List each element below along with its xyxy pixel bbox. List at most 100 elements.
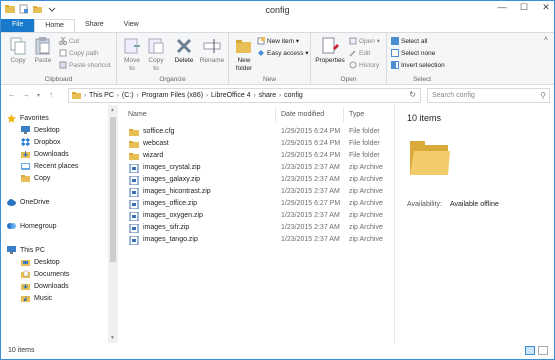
availability-value: Available offline [450,201,499,208]
navigation-scrollbar[interactable]: ▲ ▼ [108,105,118,343]
scrollbar-thumb[interactable] [110,117,116,262]
file-row[interactable]: images_sifr.zip 1/23/2015 2:37 AM zip Arch… [123,222,391,234]
select-none-button[interactable]: Select none [391,49,435,59]
view-toggle [525,346,548,355]
tab-view[interactable]: View [114,19,149,32]
up-arrow-icon[interactable]: ↑ [49,90,53,99]
navigation-bar: ← → ▾ ↑ › This PC › (C:) › Program Files (… [1,85,554,105]
details-view-button[interactable] [525,346,535,355]
large-icons-view-button[interactable] [538,346,548,355]
downloads-folder-icon [21,282,30,290]
close-button[interactable]: ✕ [540,2,552,13]
tab-home[interactable]: Home [34,19,75,32]
select-all-icon [391,37,399,46]
tab-file[interactable]: File [1,19,35,32]
nav-dropbox[interactable]: Dropbox [21,138,60,146]
column-header-name[interactable]: Name [123,108,276,122]
file-row[interactable]: images_galaxy.zip 1/23/2015 2:37 AM zip Ar… [123,174,391,186]
refresh-icon[interactable]: ↻ [409,90,416,99]
paste-icon [35,37,50,55]
select-none-icon [391,49,399,58]
copy-button[interactable]: Copy [7,36,29,65]
column-header-date[interactable]: Date modified [276,108,344,122]
file-row[interactable]: images_hicontrast.zip 1/23/2015 2:37 AM zi… [123,186,391,198]
rename-icon [203,39,221,53]
new-folder-button[interactable]: New folder [233,36,255,73]
nav-downloads[interactable]: Downloads [21,150,69,158]
new-folder-icon [236,40,251,53]
ribbon-tabs: File Home Share View [1,19,554,32]
details-item-count: 10 items [407,113,442,123]
move-to-icon [124,38,140,54]
nav-onedrive[interactable]: OneDrive [7,198,50,206]
file-row[interactable]: wizard 1/29/2015 6:24 PM File folder [123,150,391,162]
delete-button[interactable]: Delete [173,36,195,65]
nav-pc-documents[interactable]: Documents [21,270,69,278]
file-row[interactable]: images_office.zip 1/29/2015 6:27 PM zip Ar… [123,198,391,210]
column-header-type[interactable]: Type [344,108,391,122]
nav-homegroup[interactable]: Homegroup [7,222,57,230]
open-group: Properties Open ▾ Edit History Open [311,33,387,85]
nav-copy[interactable]: Copy [21,174,50,182]
open-label: Open [340,76,357,83]
breadcrumb-share[interactable]: share [259,92,277,99]
back-arrow-icon[interactable]: ← [8,90,16,99]
maximize-button[interactable]: ☐ [518,2,530,13]
address-bar[interactable]: › This PC › (C:) › Program Files (x86) › Li… [68,88,421,103]
breadcrumb-this-pc[interactable]: This PC [89,92,114,99]
nav-this-pc[interactable]: This PC [7,246,45,254]
file-row[interactable]: images_tango.zip 1/23/2015 2:37 AM zip Arc… [123,234,391,246]
breadcrumb-config[interactable]: config [284,92,303,99]
nav-desktop[interactable]: Desktop [21,126,60,134]
file-row[interactable]: images_oxygen.zip 1/23/2015 2:37 AM zip Ar… [123,210,391,222]
breadcrumb-libreoffice[interactable]: LibreOffice 4 [211,92,251,99]
scroll-down-icon[interactable]: ▼ [110,335,115,341]
scroll-up-icon[interactable]: ▲ [110,107,115,113]
invert-selection-button[interactable]: Invert selection [391,61,445,71]
forward-arrow-icon[interactable]: → [22,90,30,99]
new-group: New folder New item ▾ Easy access ▾ New [229,33,311,85]
paste-shortcut-button[interactable]: Paste shortcut [59,61,111,71]
organize-label: Organize [159,76,186,83]
ribbon-collapse-chevron-icon[interactable]: ˄ [544,36,548,43]
copy-to-button[interactable]: Copy to [145,36,167,73]
new-item-button[interactable]: New item ▾ [257,37,299,47]
folder-icon [129,140,139,148]
recent-locations-chevron-icon[interactable]: ▾ [37,92,40,99]
rename-button[interactable]: Rename [199,36,225,65]
nav-favorites[interactable]: Favorites [7,114,49,123]
edit-button[interactable]: Edit [349,49,370,59]
folder-icon [21,174,30,182]
properties-button[interactable]: Properties [314,36,346,65]
homegroup-icon [7,222,16,230]
file-row[interactable]: webcast 1/29/2015 6:24 PM File folder [123,138,391,150]
move-to-button[interactable]: Move to [121,36,143,73]
paste-shortcut-icon [59,61,67,69]
breadcrumb-c-drive[interactable]: (C:) [122,92,134,99]
status-item-count: 10 items [8,347,35,354]
open-button[interactable]: Open ▾ [349,37,380,47]
minimize-button[interactable]: — [496,2,508,13]
nav-recent-places[interactable]: Recent places [21,162,78,170]
easy-access-button[interactable]: Easy access ▾ [257,49,309,59]
file-row[interactable]: soffice.cfg 1/29/2015 6:24 PM File folder [123,126,391,138]
tab-share[interactable]: Share [75,19,114,32]
cut-button[interactable]: Cut [59,36,79,47]
delete-icon [176,38,192,54]
computer-icon [7,246,16,254]
nav-pc-downloads[interactable]: Downloads [21,282,69,290]
history-button[interactable]: History [349,61,379,71]
zip-archive-icon [129,187,139,198]
breadcrumb-program-files[interactable]: Program Files (x86) [142,92,203,99]
paste-button[interactable]: Paste [32,36,54,65]
music-folder-icon [21,294,30,302]
folder-icon [129,152,139,160]
search-input[interactable]: Search config ⚲ [427,88,550,103]
select-all-button[interactable]: Select all [391,37,427,47]
file-row[interactable]: images_crystal.zip 1/23/2015 2:37 AM zip A… [123,162,391,174]
nav-pc-music[interactable]: Music [21,294,52,302]
cloud-icon [7,198,16,206]
edit-icon [349,49,357,57]
copy-path-button[interactable]: Copy path [59,49,99,59]
nav-pc-desktop[interactable]: Desktop [21,258,60,266]
